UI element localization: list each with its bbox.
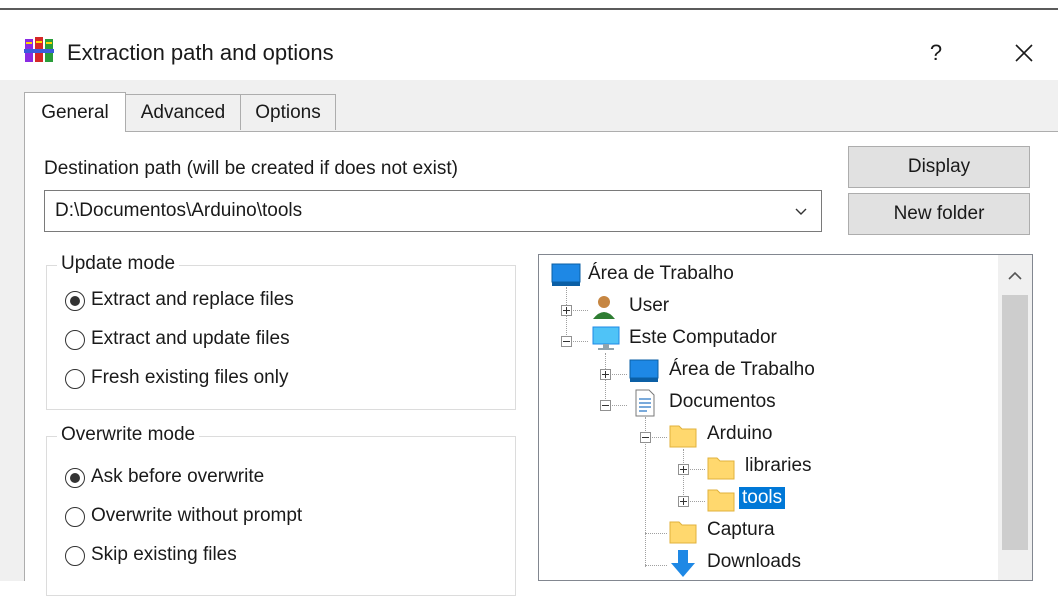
radio-button[interactable] — [65, 507, 85, 527]
folder-icon — [707, 457, 735, 480]
folder-icon — [669, 425, 697, 448]
destination-path-label: Destination path (will be created if doe… — [44, 158, 458, 179]
title-bar: Extraction path and options ? — [0, 10, 1058, 80]
radio-button[interactable] — [65, 291, 85, 311]
tree-connector — [645, 533, 667, 535]
tree-item-label: Este Computador — [629, 327, 777, 348]
tab-options[interactable]: Options — [240, 94, 336, 130]
tree-item-label-selected: tools — [739, 487, 786, 509]
scroll-up-arrow-icon[interactable] — [998, 255, 1032, 295]
close-icon — [1015, 44, 1033, 62]
tree-expander-area-trabalho-pc[interactable] — [600, 369, 611, 380]
documents-icon — [635, 389, 655, 417]
tab-advanced[interactable]: Advanced — [125, 94, 241, 130]
tree-connector — [683, 449, 685, 501]
tree-expander-arduino[interactable] — [640, 432, 651, 443]
tree-expander-user[interactable] — [561, 305, 572, 316]
display-button[interactable]: Display — [848, 146, 1030, 188]
tree-connector — [645, 565, 667, 567]
radio-button[interactable] — [65, 369, 85, 389]
computer-icon — [592, 326, 620, 350]
overwrite-mode-group: Overwrite mode Ask before overwrite Over… — [46, 424, 516, 596]
user-icon — [593, 296, 615, 319]
folder-tree[interactable]: Área de Trabalho User Este Computador Ár… — [538, 254, 1033, 581]
help-button[interactable]: ? — [918, 34, 954, 72]
desktop-icon — [629, 359, 659, 382]
desktop-icon — [551, 263, 581, 286]
radio-button[interactable] — [65, 330, 85, 350]
tree-expander-tools[interactable] — [678, 496, 689, 507]
tab-general[interactable]: General — [24, 92, 126, 132]
radio-label: Ask before overwrite — [91, 466, 265, 487]
downloads-icon — [671, 550, 695, 577]
radio-label: Extract and update files — [91, 328, 290, 349]
destination-path-value[interactable]: D:\Documentos\Arduino\tools — [55, 200, 302, 222]
update-mode-title: Update mode — [57, 253, 180, 275]
scrollbar-thumb[interactable] — [1002, 295, 1028, 550]
radio-label: Overwrite without prompt — [91, 505, 303, 526]
update-mode-group: Update mode Extract and replace files Ex… — [46, 253, 516, 410]
tree-expander-este-computador[interactable] — [561, 336, 572, 347]
new-folder-button[interactable]: New folder — [848, 193, 1030, 235]
tree-item-label: libraries — [745, 455, 812, 476]
overwrite-mode-title: Overwrite mode — [57, 424, 200, 446]
tree-item-label: Documentos — [669, 391, 776, 412]
tree-item-label: Área de Trabalho — [588, 263, 734, 284]
window-title: Extraction path and options — [67, 40, 334, 65]
tree-item-label: User — [629, 295, 670, 316]
tree-expander-documentos[interactable] — [600, 400, 611, 411]
folder-icon — [669, 521, 697, 544]
tree-item-label: Downloads — [707, 551, 801, 572]
tree-item-label: Área de Trabalho — [669, 359, 815, 380]
tree-expander-libraries[interactable] — [678, 464, 689, 475]
chevron-down-icon[interactable] — [793, 203, 809, 219]
tree-item-label: Arduino — [707, 423, 773, 444]
radio-label: Skip existing files — [91, 544, 237, 565]
radio-button[interactable] — [65, 546, 85, 566]
tree-item-label: Captura — [707, 519, 775, 540]
winrar-books-icon — [24, 37, 54, 62]
radio-label: Fresh existing files only — [91, 367, 289, 388]
close-button[interactable] — [1004, 34, 1044, 72]
destination-path-combobox[interactable]: D:\Documentos\Arduino\tools — [44, 190, 822, 232]
folder-icon — [707, 489, 735, 512]
radio-label: Extract and replace files — [91, 289, 294, 310]
tree-scrollbar[interactable] — [998, 255, 1032, 580]
radio-button[interactable] — [65, 468, 85, 488]
